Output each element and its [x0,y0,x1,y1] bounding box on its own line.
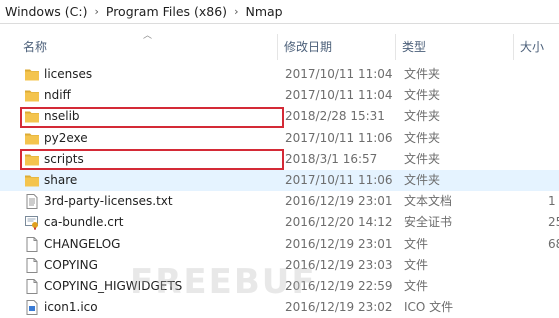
file-row[interactable]: icon1.ico 2016/12/19 23:02 ICO 文件 [0,297,559,318]
file-size [548,297,559,318]
file-date: 2017/10/11 11:06 [285,172,393,187]
file-icon [24,236,40,252]
folder-icon [24,173,40,188]
file-icon [24,257,40,273]
column-header-date[interactable]: 修改日期 [278,34,394,60]
column-header-size[interactable]: 大小 [514,34,559,60]
folder-icon [24,67,40,82]
file-type: 文件夹 [404,67,441,81]
file-row[interactable]: COPYING 2016/12/19 23:03 文件 [0,255,559,276]
file-size [548,276,559,297]
file-row[interactable]: scripts 2018/3/1 16:57 文件夹 [0,149,559,170]
file-type: 安全证书 [404,215,453,230]
column-header-name[interactable]: 名称 [17,34,275,60]
file-type: 文件 [404,236,429,251]
file-name: nselib [44,109,80,124]
file-size [548,64,559,85]
file-date: 2016/12/19 23:01 [285,194,393,209]
file-name: icon1.ico [44,300,98,315]
file-type: 文件 [404,278,429,293]
breadcrumb-item-program-files[interactable]: Program Files (x86) [103,4,230,19]
breadcrumb-separator-icon[interactable]: › [230,5,242,18]
file-row[interactable]: nselib 2018/2/28 15:31 文件夹 [0,106,559,127]
file-row[interactable]: ndiff 2017/10/11 11:04 文件夹 [0,85,559,106]
file-row[interactable]: CHANGELOG 2016/12/19 23:01 文件 68 [0,234,559,255]
file-size [548,255,559,276]
file-name: share [44,172,78,187]
file-type: 文件夹 [404,88,441,103]
file-date: 2016/12/19 23:03 [285,257,393,272]
file-date: 2018/3/1 16:57 [285,151,378,166]
breadcrumb-item-drive[interactable]: Windows (C:) [0,4,90,19]
file-date: 2017/10/11 11:04 [285,88,393,103]
file-type: 文件夹 [404,172,441,187]
file-date: 2016/12/19 23:01 [285,236,393,251]
file-date: 2016/12/19 22:59 [285,278,393,293]
file-size: 1 [548,194,556,209]
file-size [548,170,559,191]
file-type: 文本文档 [404,194,453,209]
file-date: 2016/12/20 14:12 [285,215,393,230]
text-file-icon [24,194,40,210]
file-type: 文件夹 [404,130,441,145]
file-type: 文件夹 [404,151,441,166]
file-name: scripts [44,151,84,166]
ico-file-icon [24,300,40,316]
file-row[interactable]: licenses 2017/10/11 11:04 文件夹 [0,64,559,85]
breadcrumb-item-nmap[interactable]: Nmap [242,4,285,19]
file-name: 3rd-party-licenses.txt [44,194,173,209]
file-name: licenses [44,67,93,81]
file-date: 2016/12/19 23:02 [285,300,393,315]
folder-icon [24,109,40,124]
file-name: ca-bundle.crt [44,215,124,230]
file-size: 25 [548,215,559,230]
file-list: licenses 2017/10/11 11:04 文件夹 ndiff 2017/10/… [0,64,559,318]
file-type: 文件 [404,257,429,272]
file-row[interactable]: ca-bundle.crt 2016/12/20 14:12 安全证书 25 [0,212,559,233]
file-name: COPYING_HIGWIDGETS [44,278,183,293]
file-size [548,128,559,149]
file-size [548,106,559,127]
file-type: 文件夹 [404,109,441,124]
file-name: py2exe [44,130,88,145]
file-icon [24,278,40,294]
file-row[interactable]: COPYING_HIGWIDGETS 2016/12/19 22:59 文件 [0,276,559,297]
file-size [548,85,559,106]
file-size [548,149,559,170]
file-row[interactable]: py2exe 2017/10/11 11:06 文件夹 [0,128,559,149]
file-date: 2017/10/11 11:06 [285,130,393,145]
column-header-type[interactable]: 类型 [396,34,512,60]
file-row[interactable]: 3rd-party-licenses.txt 2016/12/19 23:01 文本… [0,191,559,212]
file-date: 2017/10/11 11:04 [285,67,393,81]
file-size: 68 [548,236,559,251]
certificate-icon [24,215,40,231]
file-row[interactable]: share 2017/10/11 11:06 文件夹 [0,169,559,192]
folder-icon [24,88,40,103]
file-name: COPYING [44,257,98,272]
column-header-bar: ︿ 名称 修改日期 类型 大小 [0,24,559,64]
file-type: ICO 文件 [404,300,454,315]
folder-icon [24,152,40,167]
breadcrumb-separator-icon[interactable]: › [90,5,102,18]
address-breadcrumb: Windows (C:) › Program Files (x86) › Nma… [0,0,559,24]
file-name: CHANGELOG [44,236,121,251]
file-date: 2018/2/28 15:31 [285,109,385,124]
folder-icon [24,131,40,146]
file-name: ndiff [44,88,71,103]
